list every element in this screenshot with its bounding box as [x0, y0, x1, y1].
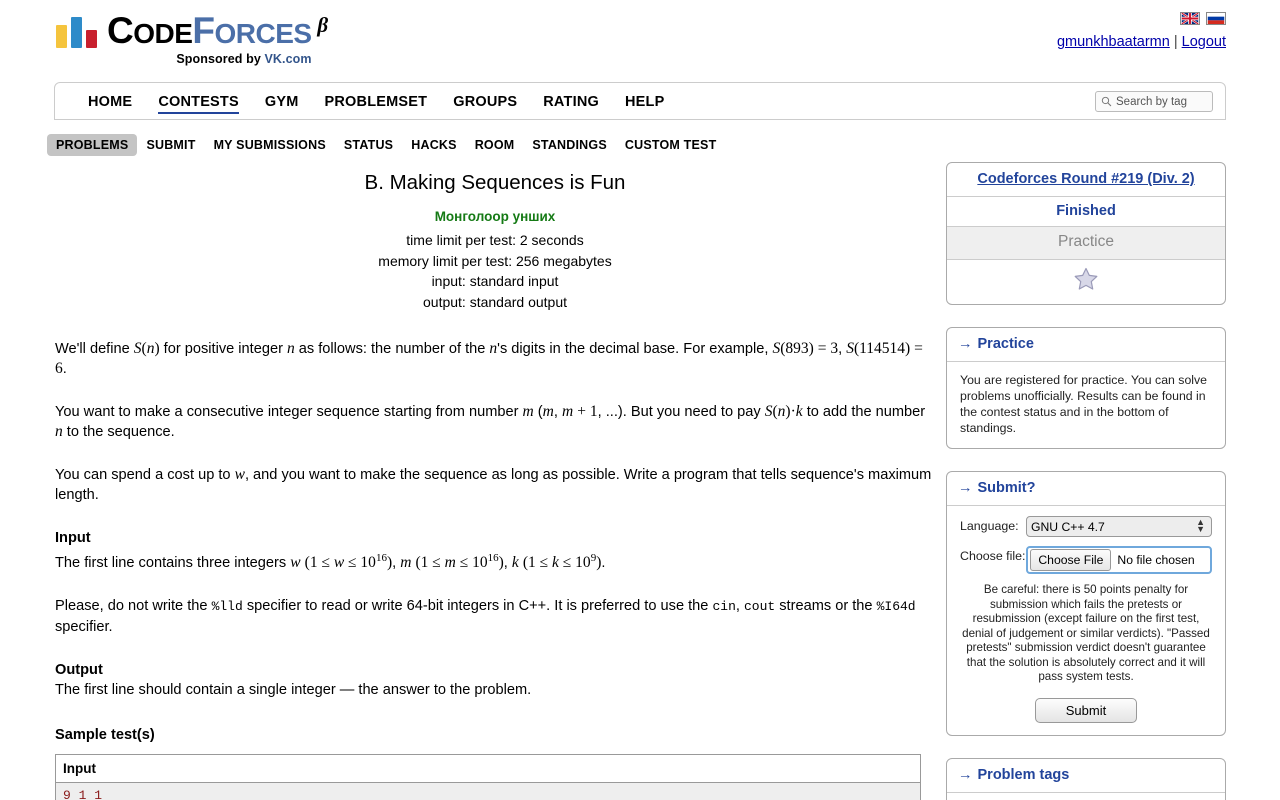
memory-limit: memory limit per test: 256 megabytes: [378, 252, 612, 269]
translation-link[interactable]: Монголоор унших: [55, 209, 935, 224]
contest-mode: Practice: [947, 227, 1225, 260]
logo-wordmark: CODEFORCES β Sponsored by VK.com: [107, 12, 328, 66]
file-status-text: No file chosen: [1117, 553, 1195, 567]
favorite-row: [947, 260, 1225, 304]
nav-item-home[interactable]: HOME: [75, 84, 145, 119]
practice-box-header: → Practice: [947, 328, 1225, 362]
table-row: 9 1 1: [55, 782, 921, 800]
input-section-note: Please, do not write the %lld specifier …: [55, 598, 916, 636]
nav-item-rating[interactable]: RATING: [530, 84, 612, 119]
subtab-room[interactable]: ROOM: [466, 134, 524, 156]
contest-info-box: Codeforces Round #219 (Div. 2) Finished …: [946, 162, 1226, 305]
sample-tests-heading: Sample test(s): [55, 727, 155, 744]
tags-box-title: Problem tags: [977, 766, 1070, 783]
codeforces-problem-page: CODEFORCES β Sponsored by VK.com gmunkhb…: [0, 0, 1280, 800]
statement-paragraph-1: We'll define S(n) for positive integer n…: [55, 340, 923, 377]
submit-form: Language: GNU C++ 4.7 ▲ ▼ Choose file: Ch…: [947, 506, 1225, 735]
logo-code-rest: ODE: [133, 18, 193, 49]
input-section-heading: Input: [55, 530, 91, 546]
file-row: Choose file: Choose File No file chosen: [960, 546, 1212, 574]
practice-box-title: Practice: [977, 336, 1034, 352]
codeforces-logo[interactable]: CODEFORCES β Sponsored by VK.com: [56, 12, 328, 66]
arrow-right-icon: →: [958, 336, 973, 352]
arrow-right-icon: →: [958, 480, 973, 496]
arrow-right-icon: →: [958, 766, 973, 783]
file-input[interactable]: Choose File No file chosen: [1026, 546, 1212, 574]
submit-button[interactable]: Submit: [1034, 697, 1138, 723]
sample-test-table: Input 9 1 1 Output: [55, 754, 921, 800]
user-separator: |: [1173, 34, 1178, 50]
nav-item-help[interactable]: HELP: [612, 84, 677, 119]
submit-button-wrapper: Submit: [960, 697, 1212, 723]
contest-name-header: Codeforces Round #219 (Div. 2): [947, 163, 1225, 197]
nav-item-groups[interactable]: GROUPS: [440, 84, 530, 119]
problem-title: B. Making Sequences is Fun: [364, 171, 626, 194]
tags-list: implementation× math×: [947, 793, 1225, 800]
search-by-tag-box[interactable]: Search by tag: [1095, 91, 1213, 112]
input-spec: input: standard input: [431, 273, 559, 289]
nav-item-contests[interactable]: CONTESTS: [145, 84, 252, 119]
sidebar: Codeforces Round #219 (Div. 2) Finished …: [946, 162, 1226, 800]
search-input-placeholder[interactable]: Search by tag: [1116, 96, 1187, 108]
submit-box-header: → Submit?: [947, 472, 1225, 506]
problem-limits: time limit per test: 2 seconds memory li…: [55, 230, 935, 312]
subtab-custom-test[interactable]: CUSTOM TEST: [616, 134, 726, 156]
logo-forces-f: F: [192, 10, 215, 51]
output-section-text: The first line should contain a single i…: [55, 682, 532, 699]
output-section-heading: Output: [55, 662, 103, 679]
subtab-hacks[interactable]: HACKS: [402, 134, 465, 156]
logo-forces-rest: ORCES: [214, 18, 313, 49]
subtab-submit[interactable]: SUBMIT: [137, 134, 204, 156]
sponsor-line: Sponsored by VK.com: [107, 52, 312, 66]
tags-box-header: → Problem tags: [947, 759, 1225, 793]
contest-name-link[interactable]: Codeforces Round #219 (Div. 2): [977, 171, 1194, 187]
practice-box-body: You are registered for practice. You can…: [960, 373, 1208, 435]
language-label: Language:: [960, 519, 1019, 533]
submit-warning-text: Be careful: there is 50 points penalty f…: [962, 583, 1210, 683]
subtab-status[interactable]: STATUS: [335, 134, 402, 156]
sponsor-prefix: Sponsored by: [176, 52, 265, 66]
logout-link[interactable]: Logout: [1182, 34, 1226, 50]
submit-box: → Submit? Language: GNU C++ 4.7 ▲ ▼ Choos: [946, 471, 1226, 736]
language-select-wrapper: GNU C++ 4.7 ▲ ▼: [1026, 516, 1212, 537]
language-flags: [1180, 12, 1226, 25]
star-icon[interactable]: [1074, 267, 1098, 294]
logo-code-c: C: [107, 10, 134, 51]
output-spec: output: standard output: [423, 293, 567, 310]
language-select[interactable]: GNU C++ 4.7: [1026, 516, 1212, 537]
uk-flag-icon[interactable]: [1180, 12, 1200, 25]
username-link[interactable]: gmunkhbaatarmn: [1057, 34, 1170, 50]
sponsor-vk-link[interactable]: VK.com: [264, 52, 311, 66]
russia-flag-icon[interactable]: [1206, 12, 1226, 25]
statement-paragraph-3: You can spend a cost up to w, and you wa…: [55, 466, 932, 503]
user-session-line: gmunkhbaatarmn | Logout: [1057, 34, 1226, 50]
problem-statement: B. Making Sequences is Fun Монголоор унш…: [55, 162, 935, 800]
submit-box-title: Submit?: [977, 480, 1036, 496]
search-icon: [1101, 96, 1112, 107]
subtab-standings[interactable]: STANDINGS: [523, 134, 616, 156]
statement-paragraph-2: You want to make a consecutive integer s…: [55, 403, 926, 440]
practice-box: → Practice You are registered for practic…: [946, 327, 1226, 449]
nav-item-gym[interactable]: GYM: [252, 84, 312, 119]
logo-bars-icon: [56, 14, 97, 48]
problem-tags-box: →Problem tags implementation× math× Add …: [946, 757, 1226, 800]
page-header: CODEFORCES β Sponsored by VK.com gmunkhb…: [0, 0, 1280, 78]
language-row: Language: GNU C++ 4.7 ▲ ▼: [960, 516, 1212, 537]
table-row: Input: [55, 754, 921, 784]
sample-input-label: Input: [55, 754, 921, 784]
nav-item-list: HOME CONTESTS GYM PROBLEMSET GROUPS RATI…: [55, 83, 1225, 119]
choose-file-button[interactable]: Choose File: [1030, 549, 1112, 571]
input-section-text: The first line contains three integers w…: [55, 552, 606, 572]
choose-file-label: Choose file:: [960, 549, 1026, 563]
main-navigation: HOME CONTESTS GYM PROBLEMSET GROUPS RATI…: [54, 82, 1226, 120]
beta-badge: β: [317, 13, 328, 37]
contest-subnavigation: PROBLEMS SUBMIT MY SUBMISSIONS STATUS HA…: [47, 134, 725, 156]
time-limit: time limit per test: 2 seconds: [406, 232, 584, 248]
subtab-my-submissions[interactable]: MY SUBMISSIONS: [205, 134, 335, 156]
contest-status: Finished: [947, 197, 1225, 227]
subtab-problems[interactable]: PROBLEMS: [47, 134, 138, 156]
nav-item-problemset[interactable]: PROBLEMSET: [312, 84, 441, 119]
sample-input-value: 9 1 1: [55, 782, 921, 800]
